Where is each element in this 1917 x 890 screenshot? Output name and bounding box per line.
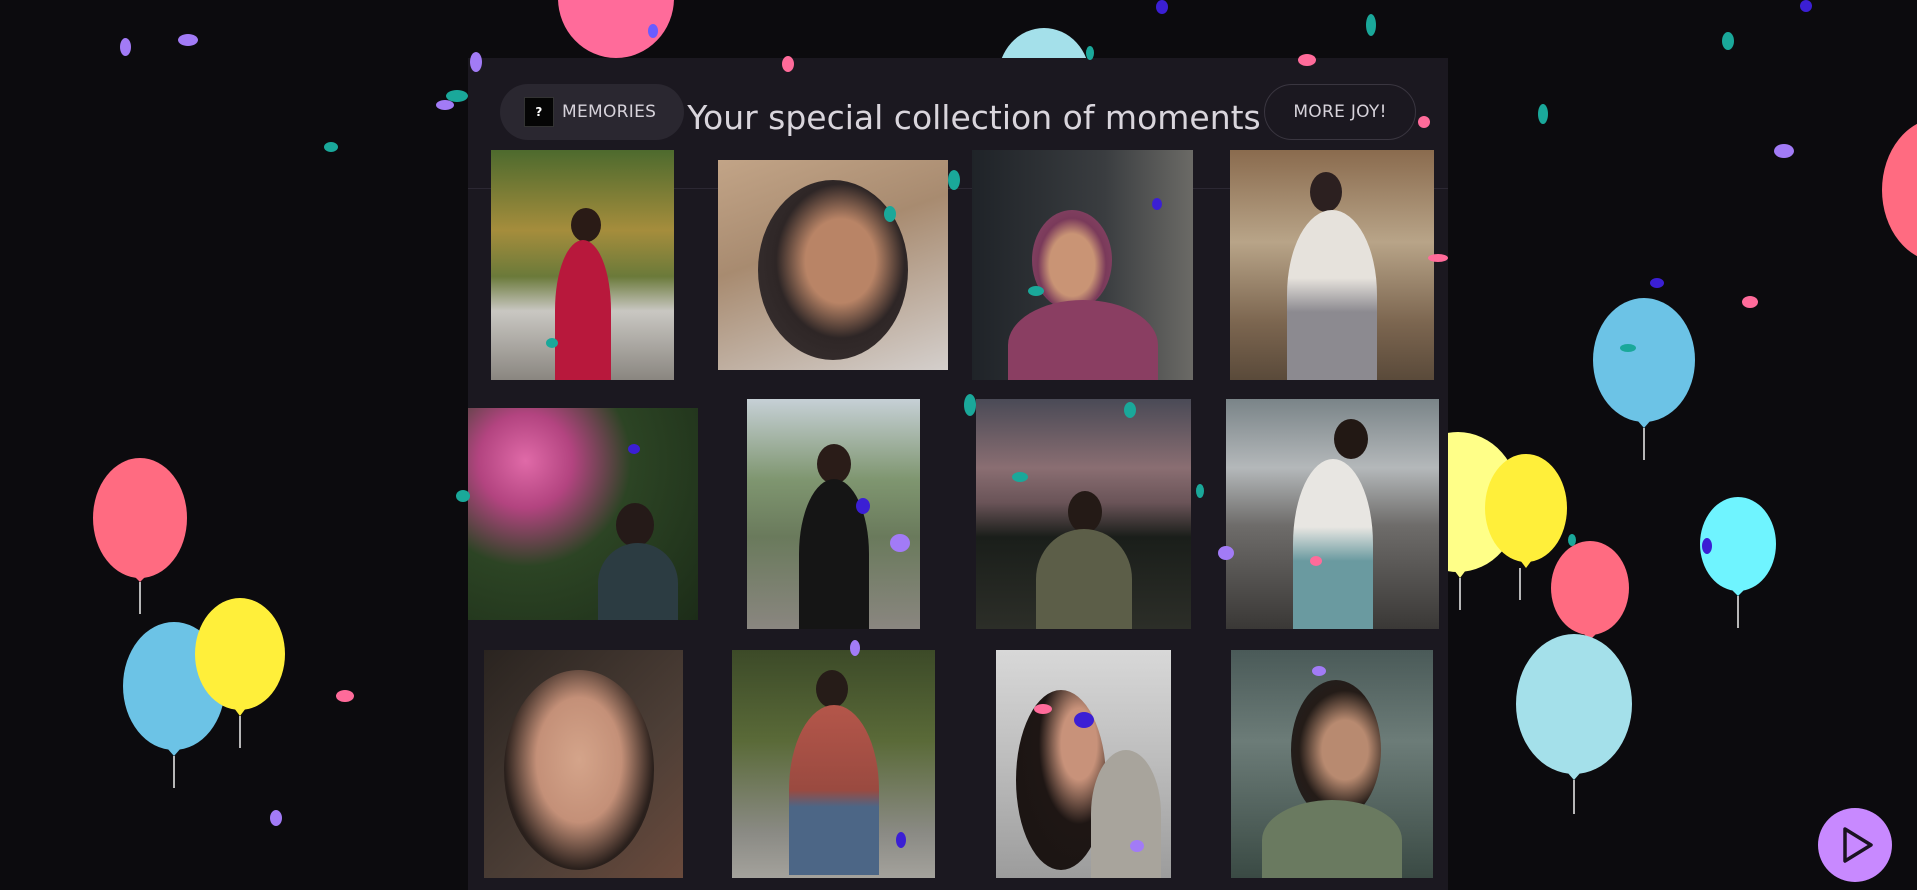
confetti-piece	[456, 490, 470, 502]
confetti-piece	[1156, 0, 1168, 14]
confetti-piece	[1568, 534, 1576, 546]
photo-sunset-sitting[interactable]	[976, 399, 1191, 629]
confetti-piece	[178, 34, 198, 46]
confetti-piece	[1012, 472, 1028, 482]
confetti-piece	[1034, 704, 1052, 714]
photo-closeup-smile[interactable]	[484, 650, 683, 878]
balloon-pale-top	[1001, 28, 1087, 58]
confetti-piece	[782, 56, 794, 72]
balloon-cyan-right	[1700, 497, 1776, 628]
confetti-piece	[850, 640, 860, 656]
memories-button[interactable]: ? MEMORIES	[500, 84, 684, 140]
more-joy-button[interactable]: MORE JOY!	[1264, 84, 1416, 140]
confetti-piece	[324, 142, 338, 152]
photo-headscarf-portrait[interactable]	[972, 150, 1193, 380]
balloon-pink-top	[558, 0, 674, 58]
confetti-piece	[446, 90, 468, 102]
photo-rain-smile[interactable]	[1231, 650, 1433, 878]
photo-steps-sitting[interactable]	[1230, 150, 1434, 380]
confetti-piece	[1366, 14, 1376, 36]
confetti-piece	[1124, 402, 1136, 418]
confetti-piece	[1774, 144, 1794, 158]
photo-bench-red-dress[interactable]	[491, 150, 674, 380]
confetti-piece	[1086, 46, 1094, 60]
confetti-piece	[546, 338, 558, 348]
confetti-piece	[964, 394, 976, 416]
page-title: Your special collection of moments	[687, 98, 1261, 137]
more-joy-label: MORE JOY!	[1293, 102, 1387, 122]
confetti-piece	[1538, 104, 1548, 124]
photo-pink-flowers[interactable]	[468, 408, 698, 620]
confetti-piece	[1418, 116, 1430, 128]
confetti-piece	[948, 170, 960, 190]
confetti-piece	[1196, 484, 1204, 498]
balloon-yellow-left	[195, 598, 285, 748]
confetti-piece	[648, 24, 658, 38]
confetti-piece	[1074, 712, 1094, 728]
balloon-pink-left	[93, 458, 187, 614]
confetti-piece	[1650, 278, 1664, 288]
confetti-piece	[1620, 344, 1636, 352]
confetti-piece	[1800, 0, 1812, 12]
confetti-piece	[856, 498, 870, 514]
confetti-piece	[896, 832, 906, 848]
confetti-piece	[884, 206, 896, 222]
photo-beach-rocks[interactable]	[1226, 399, 1439, 629]
play-button[interactable]	[1818, 808, 1892, 882]
confetti-piece	[436, 100, 454, 110]
play-icon	[1843, 827, 1873, 863]
confetti-piece	[1312, 666, 1326, 676]
confetti-piece	[470, 52, 482, 72]
photo-looking-up[interactable]	[996, 650, 1171, 878]
memories-label: MEMORIES	[562, 102, 657, 122]
confetti-piece	[336, 690, 354, 702]
photo-black-outfit[interactable]	[747, 399, 920, 629]
confetti-piece	[1028, 286, 1044, 296]
confetti-piece	[1702, 538, 1712, 554]
confetti-piece	[270, 810, 282, 826]
balloon-pink-edge	[1882, 123, 1917, 257]
confetti-piece	[1152, 198, 1162, 210]
photo-selfie-pout[interactable]	[718, 160, 948, 370]
confetti-piece	[1310, 556, 1322, 566]
confetti-piece	[890, 534, 910, 552]
balloon-pale-right	[1516, 634, 1632, 814]
confetti-piece	[1428, 254, 1448, 262]
memories-icon: ?	[524, 97, 554, 127]
confetti-piece	[628, 444, 640, 454]
confetti-piece	[120, 38, 131, 56]
confetti-piece	[1130, 840, 1144, 852]
confetti-piece	[1722, 32, 1734, 50]
confetti-piece	[1218, 546, 1234, 560]
balloon-blue-right	[1593, 298, 1695, 460]
confetti-piece	[1298, 54, 1316, 66]
confetti-piece	[1742, 296, 1758, 308]
